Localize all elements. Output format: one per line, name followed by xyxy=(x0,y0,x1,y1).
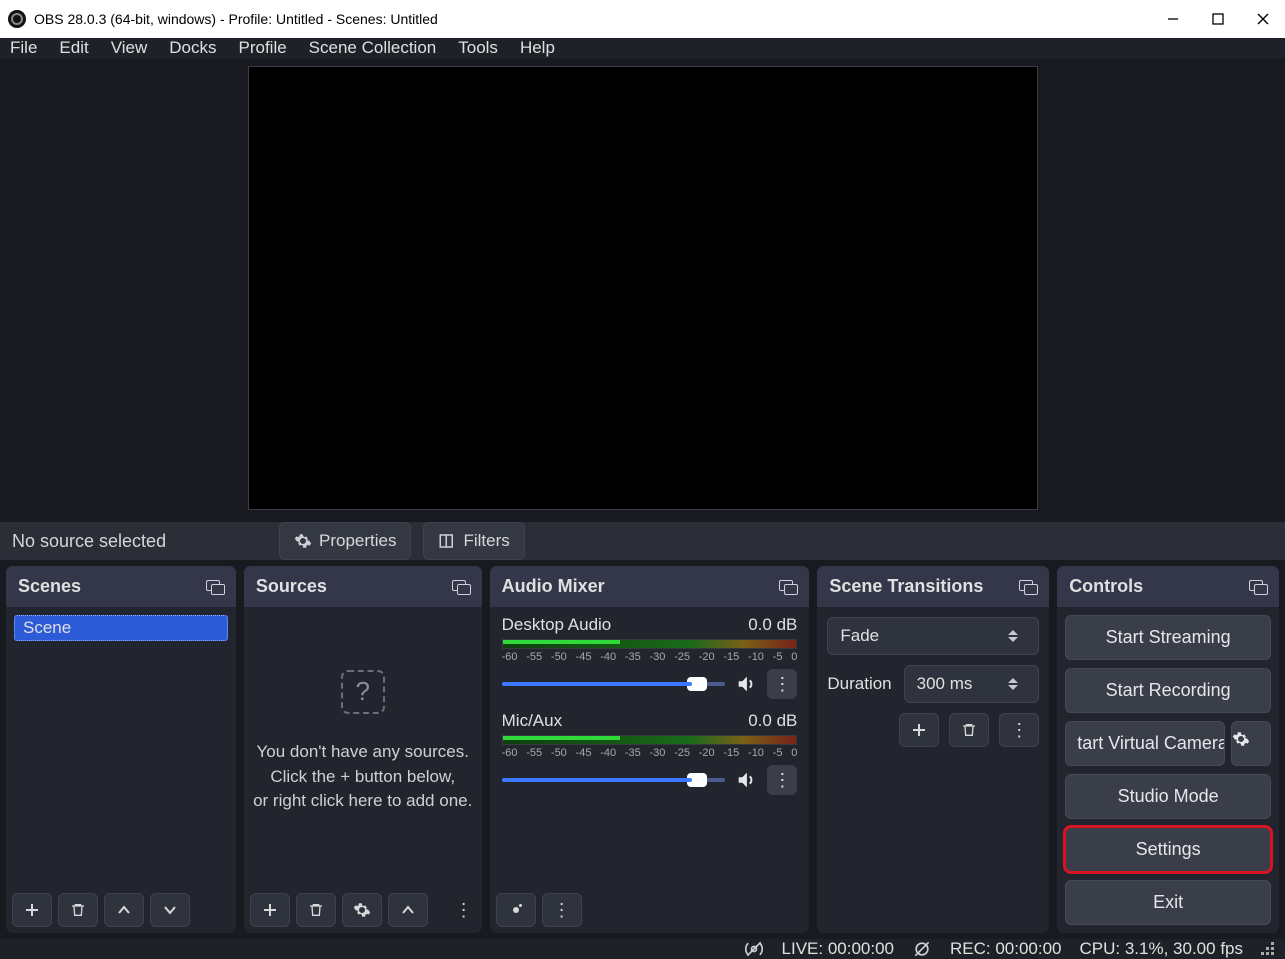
close-button[interactable] xyxy=(1240,0,1285,38)
channel-name: Desktop Audio xyxy=(502,615,612,635)
mixer-channel: Mic/Aux 0.0 dB -60-55-50-45-40-35-30-25-2… xyxy=(496,707,804,803)
sources-body[interactable]: ? You don't have any sources. Click the … xyxy=(244,607,482,887)
channel-db: 0.0 dB xyxy=(748,615,797,635)
filters-icon xyxy=(438,532,456,550)
menu-tools[interactable]: Tools xyxy=(458,38,498,58)
add-scene-button[interactable] xyxy=(12,893,52,927)
menu-scene-collection[interactable]: Scene Collection xyxy=(309,38,437,58)
transition-select[interactable]: Fade xyxy=(827,617,1039,655)
updown-icon xyxy=(1008,678,1026,690)
minimize-button[interactable] xyxy=(1150,0,1195,38)
delete-source-button[interactable] xyxy=(296,893,336,927)
properties-button[interactable]: Properties xyxy=(279,522,411,560)
record-icon xyxy=(912,939,932,959)
scenes-panel: Scenes Scene xyxy=(6,566,236,933)
preview-area xyxy=(0,58,1285,522)
window-title: OBS 28.0.3 (64-bit, windows) - Profile: … xyxy=(34,11,438,27)
properties-label: Properties xyxy=(319,531,396,551)
source-settings-button[interactable] xyxy=(342,893,382,927)
obs-app-icon xyxy=(8,10,26,28)
settings-button[interactable]: Settings xyxy=(1065,827,1271,872)
scene-item[interactable]: Scene xyxy=(14,615,228,641)
duration-label: Duration xyxy=(827,674,891,694)
audio-meter xyxy=(502,639,798,649)
speaker-icon[interactable] xyxy=(735,769,757,791)
duration-value: 300 ms xyxy=(917,674,973,694)
volume-slider[interactable] xyxy=(502,778,726,782)
popout-icon[interactable] xyxy=(1249,580,1267,594)
popout-icon[interactable] xyxy=(452,580,470,594)
duration-input[interactable]: 300 ms xyxy=(904,665,1040,703)
filters-button[interactable]: Filters xyxy=(423,522,524,560)
sources-title: Sources xyxy=(256,576,327,597)
controls-panel: Controls Start Streaming Start Recording… xyxy=(1057,566,1279,933)
question-icon: ? xyxy=(341,670,385,714)
maximize-button[interactable] xyxy=(1195,0,1240,38)
no-source-label: No source selected xyxy=(12,531,267,552)
menubar: File Edit View Docks Profile Scene Colle… xyxy=(0,38,1285,58)
popout-icon[interactable] xyxy=(1019,580,1037,594)
add-source-button[interactable] xyxy=(250,893,290,927)
delete-transition-button[interactable] xyxy=(949,713,989,747)
mixer-panel: Audio Mixer Desktop Audio 0.0 dB -60-55-5… xyxy=(490,566,810,933)
delete-scene-button[interactable] xyxy=(58,893,98,927)
exit-button[interactable]: Exit xyxy=(1065,880,1271,925)
rec-status: REC: 00:00:00 xyxy=(950,939,1062,959)
filters-label: Filters xyxy=(463,531,509,551)
mixer-title: Audio Mixer xyxy=(502,576,605,597)
audio-meter xyxy=(502,735,798,745)
source-toolbar: No source selected Properties Filters xyxy=(0,522,1285,560)
transitions-title: Scene Transitions xyxy=(829,576,983,597)
scene-down-button[interactable] xyxy=(150,893,190,927)
sources-more-button[interactable]: ⋮ xyxy=(452,893,476,927)
cpu-status: CPU: 3.1%, 30.00 fps xyxy=(1080,939,1243,959)
channel-name: Mic/Aux xyxy=(502,711,562,731)
mixer-settings-button[interactable] xyxy=(496,893,536,927)
menu-view[interactable]: View xyxy=(111,38,148,58)
menu-profile[interactable]: Profile xyxy=(238,38,286,58)
scenes-title: Scenes xyxy=(18,576,81,597)
live-status: LIVE: 00:00:00 xyxy=(782,939,894,959)
menu-help[interactable]: Help xyxy=(520,38,555,58)
transitions-panel: Scene Transitions Fade Duration 300 ms ⋮ xyxy=(817,566,1049,933)
channel-menu-button[interactable]: ⋮ xyxy=(767,765,797,795)
start-virtual-camera-button[interactable]: tart Virtual Camera xyxy=(1065,721,1225,766)
updown-icon xyxy=(1008,630,1026,642)
meter-ticks: -60-55-50-45-40-35-30-25-20-15-10-50 xyxy=(502,747,798,759)
mixer-more-button[interactable]: ⋮ xyxy=(542,893,582,927)
add-transition-button[interactable] xyxy=(899,713,939,747)
sources-empty-1: You don't have any sources. xyxy=(252,740,474,765)
resize-grip[interactable] xyxy=(1261,942,1275,956)
menu-file[interactable]: File xyxy=(10,38,37,58)
menu-docks[interactable]: Docks xyxy=(169,38,216,58)
scene-up-button[interactable] xyxy=(104,893,144,927)
sources-empty-2: Click the + button below, xyxy=(252,765,474,790)
transition-more-button[interactable]: ⋮ xyxy=(999,713,1039,747)
start-recording-button[interactable]: Start Recording xyxy=(1065,668,1271,713)
channel-menu-button[interactable]: ⋮ xyxy=(767,669,797,699)
virtual-camera-settings-button[interactable] xyxy=(1231,721,1271,766)
preview-canvas[interactable] xyxy=(248,66,1038,510)
channel-db: 0.0 dB xyxy=(748,711,797,731)
transition-value: Fade xyxy=(840,626,879,646)
status-bar: LIVE: 00:00:00 REC: 00:00:00 CPU: 3.1%, … xyxy=(0,939,1285,959)
gear-icon xyxy=(294,532,312,550)
broadcast-icon xyxy=(744,939,764,959)
window-titlebar: OBS 28.0.3 (64-bit, windows) - Profile: … xyxy=(0,0,1285,38)
meter-ticks: -60-55-50-45-40-35-30-25-20-15-10-50 xyxy=(502,651,798,663)
speaker-icon[interactable] xyxy=(735,673,757,695)
menu-edit[interactable]: Edit xyxy=(59,38,88,58)
start-streaming-button[interactable]: Start Streaming xyxy=(1065,615,1271,660)
mixer-channel: Desktop Audio 0.0 dB -60-55-50-45-40-35-3… xyxy=(496,611,804,707)
popout-icon[interactable] xyxy=(206,580,224,594)
controls-title: Controls xyxy=(1069,576,1143,597)
studio-mode-button[interactable]: Studio Mode xyxy=(1065,774,1271,819)
source-up-button[interactable] xyxy=(388,893,428,927)
popout-icon[interactable] xyxy=(779,580,797,594)
sources-empty-3: or right click here to add one. xyxy=(252,789,474,814)
volume-slider[interactable] xyxy=(502,682,726,686)
sources-panel: Sources ? You don't have any sources. Cl… xyxy=(244,566,482,933)
